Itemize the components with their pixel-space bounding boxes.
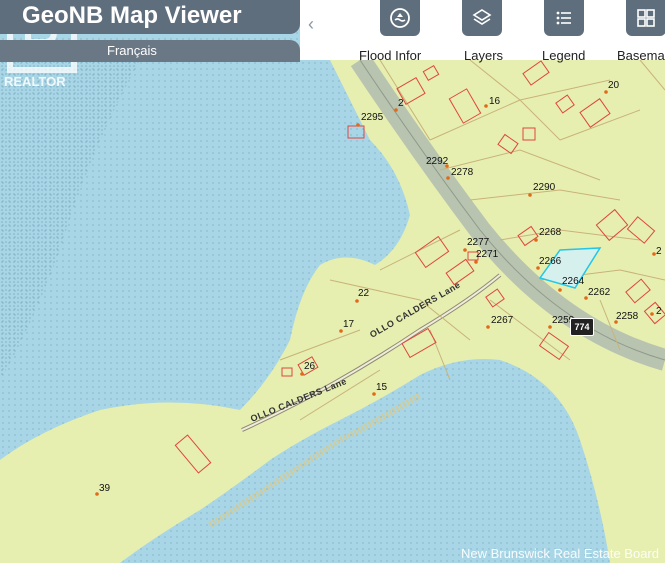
map-canvas[interactable]: 2295 2 16 20 2292 2278 2290 2277 2271 22… bbox=[0, 0, 665, 563]
basemap-label[interactable]: Basemap bbox=[617, 48, 665, 63]
flood-icon bbox=[390, 8, 410, 28]
layers-label[interactable]: Layers bbox=[464, 48, 503, 63]
civic-2258: 2258 bbox=[616, 311, 639, 322]
board-watermark: New Brunswick Real Estate Board bbox=[461, 546, 659, 561]
civic-39: 39 bbox=[99, 483, 111, 494]
civic-26: 26 bbox=[304, 361, 316, 372]
flood-info-label[interactable]: Flood Infor bbox=[359, 48, 421, 63]
civic-2277: 2277 bbox=[467, 237, 490, 248]
civic-2292: 2292 bbox=[426, 156, 449, 167]
legend-icon bbox=[556, 11, 571, 25]
app-title: GeoNB Map Viewer bbox=[22, 2, 242, 29]
legend-button[interactable] bbox=[544, 0, 584, 36]
civic-2295: 2295 bbox=[361, 112, 384, 123]
language-bar: Français bbox=[0, 40, 300, 62]
civic-16: 16 bbox=[489, 96, 501, 107]
civic-22: 22 bbox=[358, 288, 370, 299]
app-header: GeoNB Map Viewer bbox=[0, 0, 300, 34]
civic-20: 20 bbox=[608, 80, 620, 91]
civic-2267: 2267 bbox=[491, 315, 514, 326]
civic-2262: 2262 bbox=[588, 287, 611, 298]
collapse-panel-button[interactable]: ‹ bbox=[308, 14, 314, 35]
basemap-icon bbox=[637, 9, 655, 27]
civic-2264: 2264 bbox=[562, 276, 585, 287]
civic-17: 17 bbox=[343, 319, 355, 330]
civic-2278: 2278 bbox=[451, 167, 474, 178]
civic-2290: 2290 bbox=[533, 182, 556, 193]
layers-button[interactable] bbox=[462, 0, 502, 36]
civic-2-right-a: 2 bbox=[656, 246, 662, 257]
language-link[interactable]: Français bbox=[107, 43, 157, 58]
civic-2-right-b: 2 bbox=[656, 306, 662, 317]
civic-2: 2 bbox=[398, 98, 404, 109]
civic-2266: 2266 bbox=[539, 256, 562, 267]
basemap-button[interactable] bbox=[626, 0, 665, 36]
realtor-text: REALTOR bbox=[4, 74, 66, 89]
civic-15: 15 bbox=[376, 382, 388, 393]
civic-2268: 2268 bbox=[539, 227, 562, 238]
legend-label[interactable]: Legend bbox=[542, 48, 585, 63]
flood-info-button[interactable] bbox=[380, 0, 420, 36]
highway-shield: 774 bbox=[570, 318, 594, 336]
layers-icon bbox=[472, 9, 492, 25]
civic-2271: 2271 bbox=[476, 249, 499, 260]
